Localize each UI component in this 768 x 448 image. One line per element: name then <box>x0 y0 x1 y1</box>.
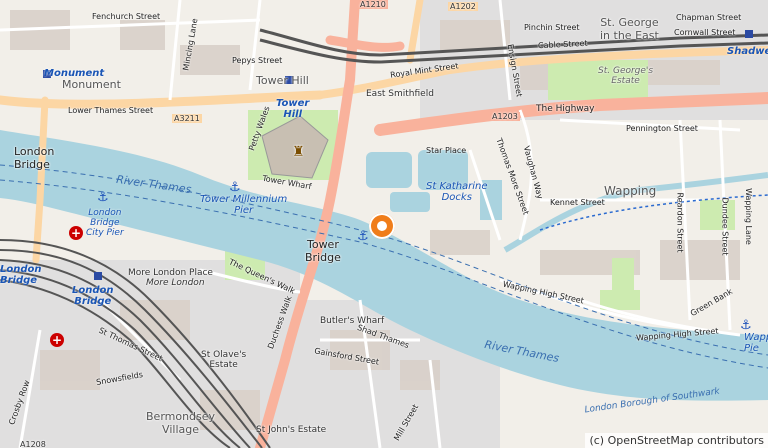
more-london-label: More London <box>146 278 205 288</box>
tower-hill-station-label: Tower Hill <box>276 98 310 120</box>
st-george-label: St. George in the East <box>600 16 659 42</box>
tower-bridge-label: Tower Bridge <box>305 238 341 264</box>
st-johns-estate-label: St John's Estate <box>256 425 327 435</box>
st-olaves-estate-label: St Olave's Estate <box>201 350 247 370</box>
road-ref-a1203: A1203 <box>490 112 520 121</box>
street-label: Kennet Street <box>550 198 605 207</box>
street-label: Cornwall Street <box>674 28 736 37</box>
bermondsey-village-label: Bermondsey Village <box>146 410 216 436</box>
east-smithfield-label: East Smithfield <box>366 89 434 99</box>
street-label: Lower Thames Street <box>68 106 154 115</box>
shadwell-station-icon[interactable] <box>745 30 753 38</box>
london-bridge-left-label: London Bridge <box>0 264 42 286</box>
street-label: Fenchurch Street <box>92 12 161 21</box>
street-label: Pepys Street <box>232 56 283 65</box>
wapping-label: Wapping <box>604 184 657 198</box>
london-bridge-station-icon[interactable] <box>94 272 102 280</box>
anchor-icon: ⚓ <box>97 190 109 205</box>
monument-area-label: Monument <box>62 78 121 91</box>
street-label: Star Place <box>426 146 467 155</box>
shadwell-label: Shadwel <box>727 46 768 57</box>
wapping-pier-label: Wappi Pie <box>744 332 768 354</box>
castle-icon: ♜ <box>292 144 305 160</box>
anchor-icon: ⚓ <box>740 318 752 333</box>
anchor-icon: ⚓ <box>357 229 369 244</box>
hospital-icon[interactable]: + <box>69 226 83 240</box>
attribution-prefix: (c) <box>589 434 608 447</box>
tower-millennium-pier-label: Tower Millennium Pier <box>200 194 288 216</box>
london-bridge-city-pier-label: London Bridge City Pier <box>86 208 124 238</box>
street-label: Reardon Street <box>675 192 685 253</box>
road-ref-a3211: A3211 <box>172 114 202 123</box>
street-label: Wapping Lane <box>743 188 753 245</box>
attribution-link[interactable]: OpenStreetMap contributors <box>608 434 764 447</box>
hospital-icon[interactable]: + <box>50 333 64 347</box>
london-bridge-area-label: London Bridge <box>14 145 55 171</box>
st-georges-estate-label: St. George's Estate <box>598 66 654 86</box>
anchor-icon: ⚓ <box>229 180 241 195</box>
map-canvas[interactable]: + + ⚓ ⚓ ⚓ ⚓ ♜ Monument Monument London B… <box>0 0 768 448</box>
street-label: Chapman Street <box>676 13 742 22</box>
road-ref-a1202: A1202 <box>448 2 478 11</box>
london-bridge-station-label: London Bridge <box>72 285 114 307</box>
road-ref-a1208: A1208 <box>20 440 46 448</box>
street-label: Pinchin Street <box>524 23 580 32</box>
butlers-wharf-label: Butler's Wharf <box>320 316 385 326</box>
street-label: Dundee Street <box>720 197 730 256</box>
st-katharine-docks-label: St Katharine Docks <box>426 181 488 203</box>
street-label: The Highway <box>536 104 595 114</box>
more-london-place-label: More London Place <box>128 268 213 278</box>
street-label: Pennington Street <box>626 124 698 133</box>
tower-hill-area-label: Tower Hill <box>256 74 309 87</box>
map-pin-icon[interactable] <box>369 213 395 239</box>
attribution: (c) OpenStreetMap contributors <box>585 433 768 448</box>
road-ref-a1210: A1210 <box>358 0 388 9</box>
